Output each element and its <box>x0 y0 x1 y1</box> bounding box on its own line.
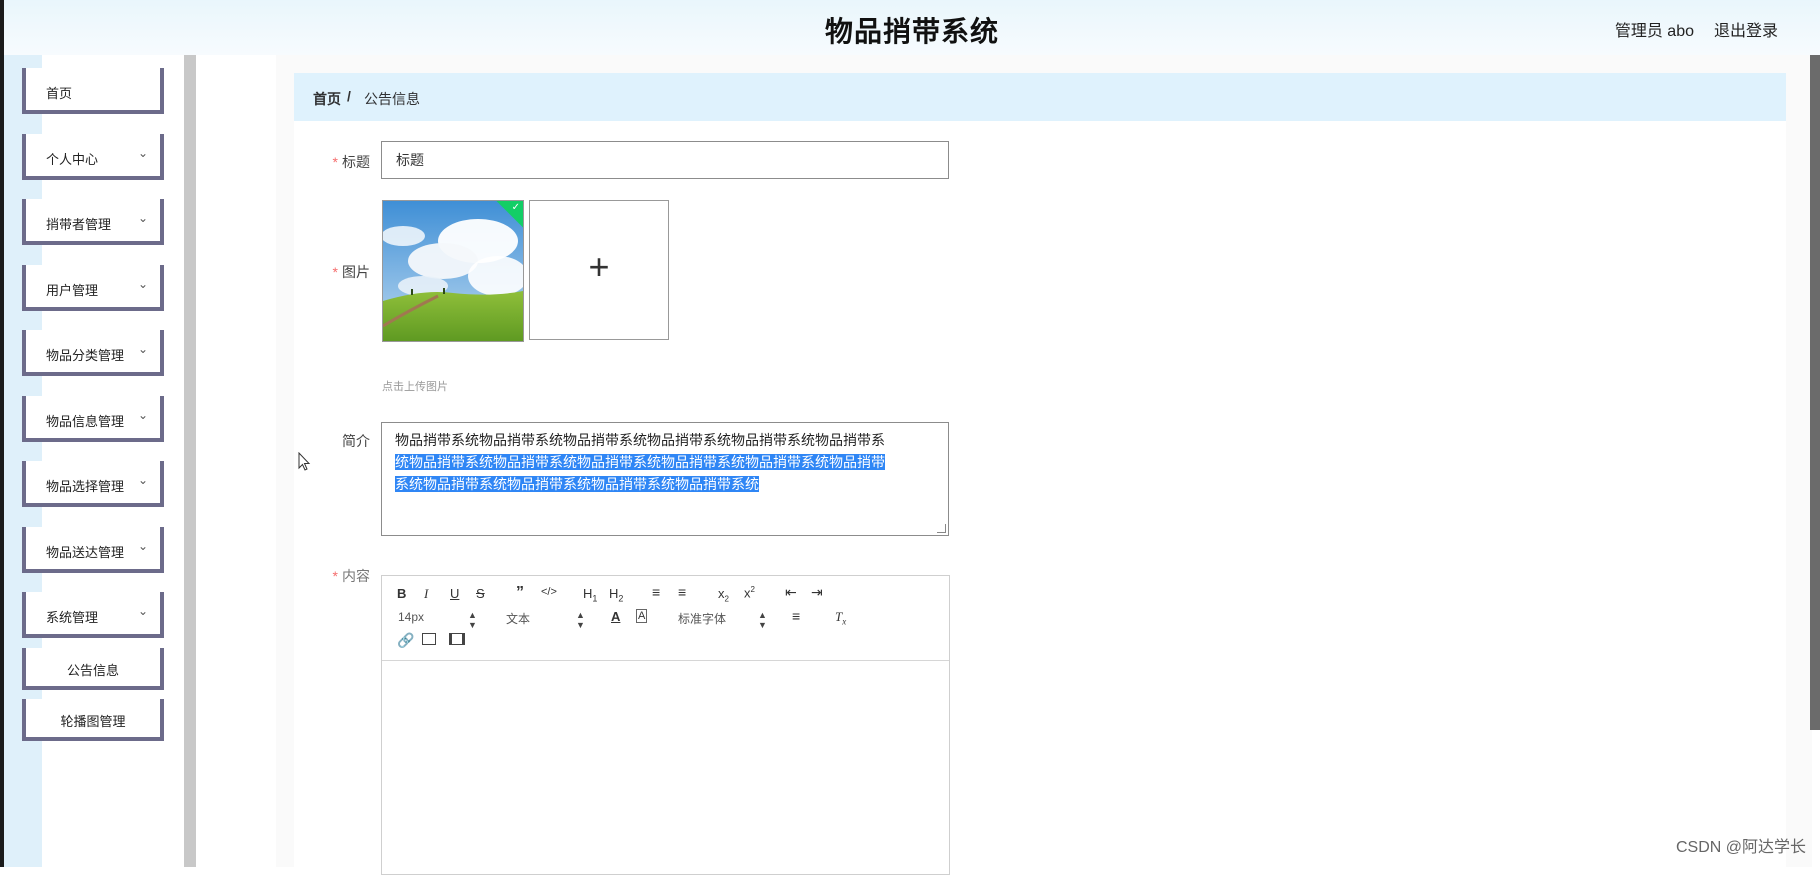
rich-text-editor: B I U S ” </> H1 H2 ≡ ≡ x2 x2 ⇤ ⇥ 14px ▲… <box>381 575 950 875</box>
summary-line-selected: 统物品捎带系统物品捎带系统物品捎带系统物品捎带系统物品捎带系统物品捎带 <box>395 454 885 470</box>
logout-link[interactable]: 退出登录 <box>1714 17 1778 41</box>
plus-icon: + <box>588 246 610 287</box>
upload-hint: 点击上传图片 <box>382 381 448 393</box>
chevron-down-icon: ⌄ <box>137 604 148 618</box>
sidebar-item-label: 个人中心 <box>46 151 99 167</box>
sidebar-item-category-management[interactable]: 物品分类管理 ⌄ <box>22 330 164 376</box>
sidebar-item-system-management[interactable]: 系统管理 ⌄ <box>22 592 164 638</box>
summary-line: 物品捎带系统物品捎带系统物品捎带系统物品捎带系统物品捎带系统物品捎带系 <box>395 432 885 448</box>
chevron-down-icon: ⌄ <box>137 145 148 160</box>
outdent-icon[interactable]: ⇤ <box>785 584 797 601</box>
image-icon[interactable] <box>422 633 436 645</box>
select-arrows-icon: ▲ ▼ <box>468 610 477 630</box>
text-type-select[interactable]: 文本 ▲ ▼ <box>506 610 586 630</box>
sidebar-item-carrier-management[interactable]: 捎带者管理 ⌄ <box>22 199 164 245</box>
sidebar-item-personal-center[interactable]: 个人中心 ⌄ <box>22 133 164 180</box>
bold-icon[interactable]: B <box>397 586 406 601</box>
sidebar-subitem-label: 轮播图管理 <box>60 714 126 729</box>
sidebar-item-label: 物品信息管理 <box>46 413 125 429</box>
align-icon[interactable]: ≡ <box>792 608 800 624</box>
app-title: 物品捎带系统 <box>824 16 999 47</box>
font-size-select[interactable]: 14px ▲ ▼ <box>398 610 478 630</box>
font-family-select[interactable]: 标准字体 ▲ ▼ <box>678 610 768 630</box>
image-label: * 图片 <box>332 264 370 280</box>
breadcrumb: 首页 / 公告信息 <box>294 73 1786 121</box>
ordered-list-icon[interactable]: ≡ <box>652 584 660 600</box>
editor-toolbar: B I U S ” </> H1 H2 ≡ ≡ x2 x2 ⇤ ⇥ 14px ▲… <box>382 576 949 661</box>
check-icon: ✓ <box>511 202 520 213</box>
sidebar-item-label: 物品送达管理 <box>46 544 125 560</box>
blockquote-icon[interactable]: ” <box>516 584 524 602</box>
current-user-label: 管理员 abo <box>1614 23 1694 40</box>
landscape-image <box>383 201 523 341</box>
background-color-icon[interactable]: A <box>636 609 648 623</box>
sidebar-item-user-management[interactable]: 用户管理 ⌄ <box>22 264 164 311</box>
sidebar-item-label: 系统管理 <box>46 610 99 625</box>
strikethrough-icon[interactable]: S <box>476 586 485 601</box>
mouse-cursor-icon <box>298 452 311 471</box>
sidebar-subitem-label: 公告信息 <box>66 663 119 678</box>
sidebar-item-selection-management[interactable]: 物品选择管理 ⌄ <box>22 461 164 507</box>
watermark: CSDN @阿达学长 <box>1675 839 1806 856</box>
page-scrollbar[interactable] <box>1810 55 1820 730</box>
italic-icon[interactable]: I <box>424 586 428 602</box>
summary-label: 简介 <box>342 433 370 449</box>
code-block-icon[interactable]: </> <box>541 586 557 598</box>
resize-handle[interactable] <box>937 524 946 533</box>
heading2-icon[interactable]: H2 <box>609 586 623 604</box>
sidebar-item-label: 物品分类管理 <box>46 348 125 363</box>
underline-icon[interactable]: U <box>450 586 459 601</box>
title-label: * 标题 <box>332 154 370 170</box>
sidebar-subitem-carousel-management[interactable]: 轮播图管理 <box>22 699 164 741</box>
chevron-down-icon: ⌄ <box>137 211 148 225</box>
summary-line-selected: 系统物品捎带系统物品捎带系统物品捎带系统物品捎带系统 <box>395 476 759 492</box>
chevron-down-icon: ⌄ <box>137 276 148 291</box>
breadcrumb-separator: / <box>347 88 351 104</box>
bullet-list-icon[interactable]: ≡ <box>678 584 686 600</box>
font-color-icon[interactable]: A <box>611 609 620 624</box>
content-label: * 内容 <box>332 568 370 584</box>
clear-format-icon[interactable]: Tx <box>835 609 846 627</box>
sidebar-subitem-announcements[interactable]: 公告信息 <box>22 648 164 690</box>
sidebar-item-label: 物品选择管理 <box>46 479 125 494</box>
superscript-icon[interactable]: x2 <box>744 585 755 600</box>
summary-textarea[interactable]: 物品捎带系统物品捎带系统物品捎带系统物品捎带系统物品捎带系统物品捎带系 统物品捎… <box>381 422 949 536</box>
required-asterisk: * <box>332 568 338 584</box>
main-left-gutter <box>196 55 276 867</box>
required-asterisk: * <box>332 154 338 170</box>
subscript-icon[interactable]: x2 <box>718 586 729 604</box>
sidebar-item-label: 首页 <box>46 86 73 101</box>
chevron-down-icon: ⌄ <box>137 473 148 487</box>
sidebar-item-item-info-management[interactable]: 物品信息管理 ⌄ <box>22 395 164 442</box>
top-header: 物品捎带系统 管理员 abo 退出登录 <box>4 0 1820 55</box>
sidebar-item-label: 捎带者管理 <box>46 217 112 232</box>
link-icon[interactable]: 🔗 <box>397 632 414 649</box>
video-icon[interactable] <box>449 633 465 645</box>
sidebar-item-home[interactable]: 首页 <box>22 68 164 114</box>
select-arrows-icon: ▲ ▼ <box>758 610 767 630</box>
editor-content-area[interactable] <box>382 661 949 876</box>
select-arrows-icon: ▲ ▼ <box>576 610 585 630</box>
chevron-down-icon: ⌄ <box>137 407 148 422</box>
sidebar-divider <box>184 55 196 867</box>
required-asterisk: * <box>332 264 338 280</box>
heading1-icon[interactable]: H1 <box>583 586 597 604</box>
chevron-down-icon: ⌄ <box>137 342 148 356</box>
uploaded-image-thumbnail[interactable]: ✓ <box>382 200 524 342</box>
sidebar-item-delivery-management[interactable]: 物品送达管理 ⌄ <box>22 526 164 573</box>
breadcrumb-home-link[interactable]: 首页 <box>313 89 341 109</box>
breadcrumb-current: 公告信息 <box>364 91 420 107</box>
title-input[interactable]: 标题 <box>381 141 949 179</box>
sidebar-item-label: 用户管理 <box>46 282 99 298</box>
sidebar-menu: 首页 个人中心 ⌄ 捎带者管理 ⌄ 用户管理 ⌄ 物品分类管理 ⌄ 物品信息管理… <box>22 68 164 750</box>
indent-icon[interactable]: ⇥ <box>811 584 823 601</box>
upload-add-button[interactable]: + <box>529 200 669 340</box>
chevron-down-icon: ⌄ <box>137 538 148 553</box>
